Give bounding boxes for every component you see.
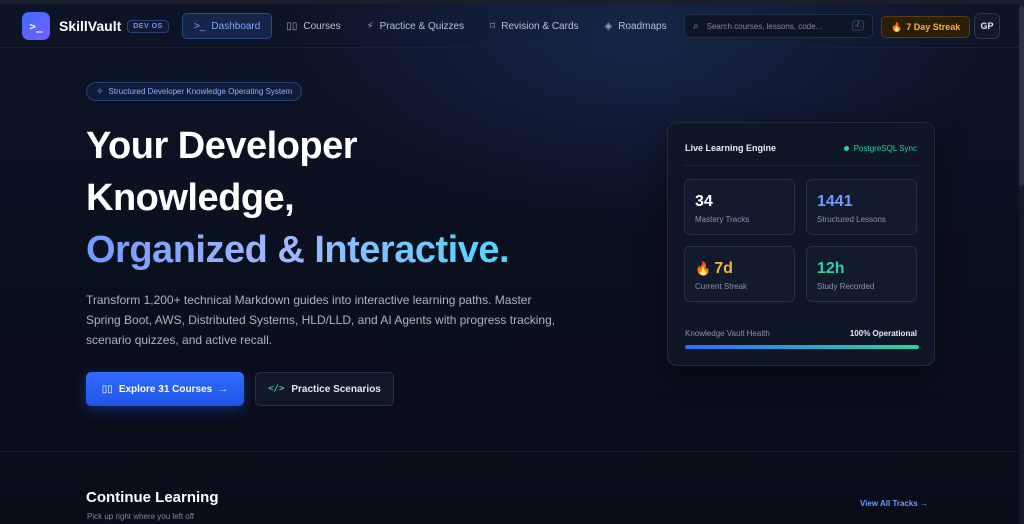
- stat-study-recorded: 12h Study Recorded: [806, 246, 917, 302]
- terminal-icon: >_: [194, 20, 206, 32]
- brand-badge: DEV OS: [127, 19, 169, 33]
- view-all-tracks-link[interactable]: View All Tracks →: [860, 499, 928, 508]
- layers-icon: ◈: [604, 20, 613, 32]
- practice-scenarios-label: Practice Scenarios: [291, 383, 381, 395]
- stat-value: 🔥 7d: [695, 260, 733, 278]
- stat-value-text: 7d: [714, 260, 733, 277]
- brand-name: SkillVault: [59, 18, 122, 34]
- nav-courses[interactable]: ▯▯ Courses: [274, 13, 352, 39]
- sparkles-icon: ✧: [96, 86, 104, 96]
- stat-value: 1441: [817, 193, 853, 210]
- nav-dashboard[interactable]: >_ Dashboard: [182, 13, 273, 39]
- nav-revision[interactable]: ⌑ Revision & Cards: [478, 13, 590, 39]
- streak-label: 7 Day Streak: [906, 22, 961, 32]
- nav-roadmaps-label: Roadmaps: [618, 20, 667, 32]
- health-progress-fill: [685, 345, 919, 349]
- code-icon: </>: [268, 384, 285, 394]
- stat-value: 12h: [817, 260, 845, 277]
- sync-label: PostgreSQL Sync: [853, 144, 917, 153]
- nav-practice-label: Practice & Quizzes: [379, 20, 465, 32]
- book-open-icon: ▯▯: [101, 383, 113, 395]
- search-input[interactable]: [706, 21, 835, 31]
- terminal-logo-icon: >_: [22, 12, 50, 40]
- stat-label: Current Streak: [695, 282, 748, 291]
- bookmark-icon: ⌑: [490, 20, 496, 32]
- user-avatar[interactable]: GP: [974, 13, 1000, 39]
- explore-courses-button[interactable]: ▯▯ Explore 31 Courses →: [86, 372, 244, 406]
- engine-divider: [685, 165, 919, 166]
- stat-label: Study Recorded: [817, 282, 875, 291]
- explore-courses-label: Explore 31 Courses: [118, 383, 213, 395]
- arrow-right-icon: →: [218, 383, 229, 395]
- engine-title: Live Learning Engine: [685, 143, 777, 153]
- stat-value: 34: [695, 193, 713, 210]
- hero-title-line1: Your Developer: [86, 125, 358, 167]
- hero-description: Transform 1,200+ technical Markdown guid…: [86, 293, 556, 347]
- hero-pill-text: Structured Developer Knowledge Operating…: [108, 87, 293, 96]
- nav-revision-label: Revision & Cards: [501, 20, 579, 32]
- status-dot-icon: [843, 146, 849, 151]
- arrow-right-icon: →: [920, 499, 929, 508]
- hero-title: Your Developer Knowledge, Organized & In…: [86, 120, 646, 276]
- stat-label: Structured Lessons: [817, 215, 886, 224]
- sync-status: PostgreSQL Sync: [843, 144, 917, 153]
- top-navbar: >_ SkillVault DEV OS >_ Dashboard ▯▯ Cou…: [0, 4, 1019, 48]
- stat-mastery-tracks: 34 Mastery Tracks: [684, 179, 795, 235]
- search-shortcut-key: /: [852, 20, 864, 31]
- nav-dashboard-label: Dashboard: [211, 20, 261, 32]
- search-icon: ⌕: [693, 20, 699, 32]
- hero-title-line3: Organized & Interactive.: [86, 229, 510, 271]
- hero-pill: ✧ Structured Developer Knowledge Operati…: [86, 82, 303, 101]
- hero-title-line2: Knowledge,: [86, 177, 295, 219]
- book-icon: ▯▯: [286, 20, 298, 32]
- view-all-label: View All Tracks: [860, 499, 918, 508]
- health-progress-bar: [685, 345, 919, 349]
- flame-icon: 🔥: [695, 261, 712, 276]
- nav-courses-label: Courses: [303, 20, 341, 32]
- scrollbar-thumb[interactable]: [1019, 6, 1024, 186]
- continue-learning-subtitle: Pick up right where you left off: [87, 512, 195, 521]
- section-divider: [0, 451, 1019, 452]
- streak-badge[interactable]: 🔥 7 Day Streak: [881, 16, 971, 38]
- flame-icon: 🔥: [891, 21, 903, 32]
- health-label: Knowledge Vault Health: [685, 329, 770, 338]
- health-value: 100% Operational: [849, 329, 917, 338]
- continue-learning-title: Continue Learning: [86, 489, 219, 506]
- search-box[interactable]: ⌕ /: [684, 14, 873, 38]
- brand-logo[interactable]: >_ SkillVault DEV OS: [22, 12, 169, 40]
- page: >_ SkillVault DEV OS >_ Dashboard ▯▯ Cou…: [0, 0, 1024, 524]
- nav-roadmaps[interactable]: ◈ Roadmaps: [593, 13, 679, 39]
- stat-current-streak: 🔥 7d Current Streak: [684, 246, 795, 302]
- scrollbar[interactable]: [1019, 4, 1024, 524]
- learning-engine-card: Live Learning Engine PostgreSQL Sync 34 …: [667, 122, 935, 366]
- stat-label: Mastery Tracks: [695, 215, 750, 224]
- practice-scenarios-button[interactable]: </> Practice Scenarios: [255, 372, 394, 406]
- stat-structured-lessons: 1441 Structured Lessons: [806, 179, 917, 235]
- nav-practice[interactable]: ⚡ Practice & Quizzes: [355, 13, 477, 39]
- lightning-icon: ⚡: [366, 20, 374, 32]
- nav-links: >_ Dashboard ▯▯ Courses ⚡ Practice & Qui…: [182, 13, 681, 39]
